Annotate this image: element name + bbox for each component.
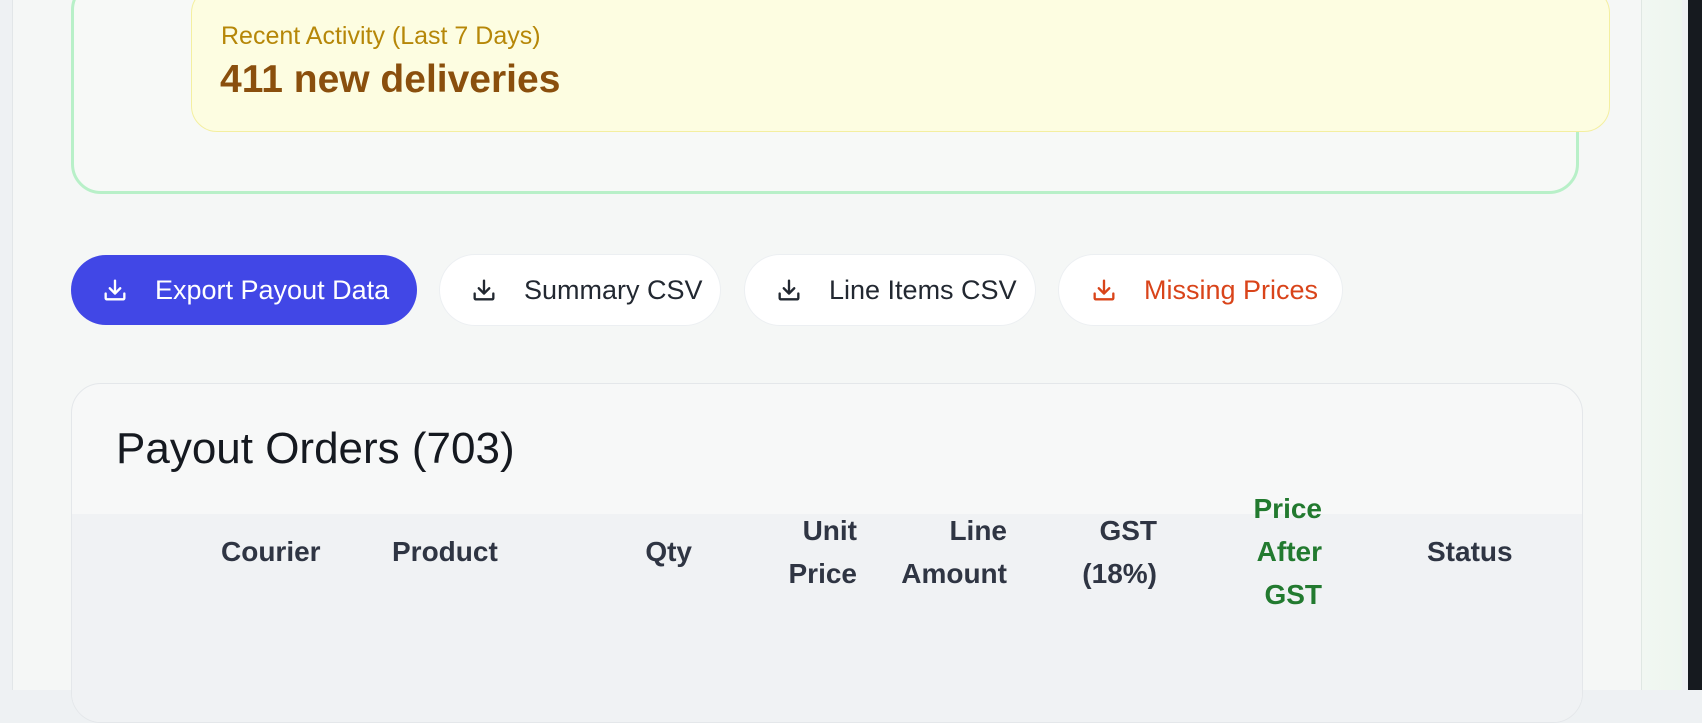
column-header-line-amount[interactable]: Line Amount: [882, 509, 1007, 595]
table-header: Courier Product Qty Unit Price Line Amou…: [72, 493, 1582, 722]
column-header-qty[interactable]: Qty: [637, 530, 692, 573]
download-icon: [1093, 279, 1115, 301]
column-header-price-after-gst[interactable]: Price After GST: [1222, 487, 1323, 616]
column-header-product[interactable]: Product: [392, 530, 498, 573]
payout-orders-card: Payout Orders (703) Courier Product Qty …: [71, 383, 1583, 723]
column-header-status[interactable]: Status: [1427, 530, 1513, 573]
side-panel-edge: [1642, 0, 1682, 690]
download-icon: [473, 279, 495, 301]
download-icon: [778, 279, 800, 301]
recent-activity-value: 411 new deliveries: [220, 58, 561, 101]
summary-csv-button[interactable]: Summary CSV: [440, 255, 720, 325]
column-header-gst[interactable]: GST (18%): [1057, 509, 1157, 595]
line-items-csv-label: Line Items CSV: [829, 274, 1017, 305]
export-payout-data-button[interactable]: Export Payout Data: [71, 255, 417, 325]
column-header-courier[interactable]: Courier: [221, 530, 321, 573]
window-border: [1688, 0, 1702, 690]
export-payout-data-label: Export Payout Data: [155, 274, 390, 305]
missing-prices-label: Missing Prices: [1144, 274, 1319, 305]
download-icon: [104, 279, 126, 301]
line-items-csv-button[interactable]: Line Items CSV: [745, 255, 1035, 325]
missing-prices-button[interactable]: Missing Prices: [1059, 255, 1342, 325]
recent-activity-card: Recent Activity (Last 7 Days) 411 new de…: [191, 0, 1610, 132]
summary-csv-label: Summary CSV: [524, 274, 703, 305]
overview-card: Recent Activity (Last 7 Days) 411 new de…: [71, 0, 1610, 194]
recent-activity-label: Recent Activity (Last 7 Days): [221, 22, 541, 50]
column-header-unit-price[interactable]: Unit Price: [752, 509, 858, 595]
payout-orders-title: Payout Orders (703): [116, 424, 515, 473]
